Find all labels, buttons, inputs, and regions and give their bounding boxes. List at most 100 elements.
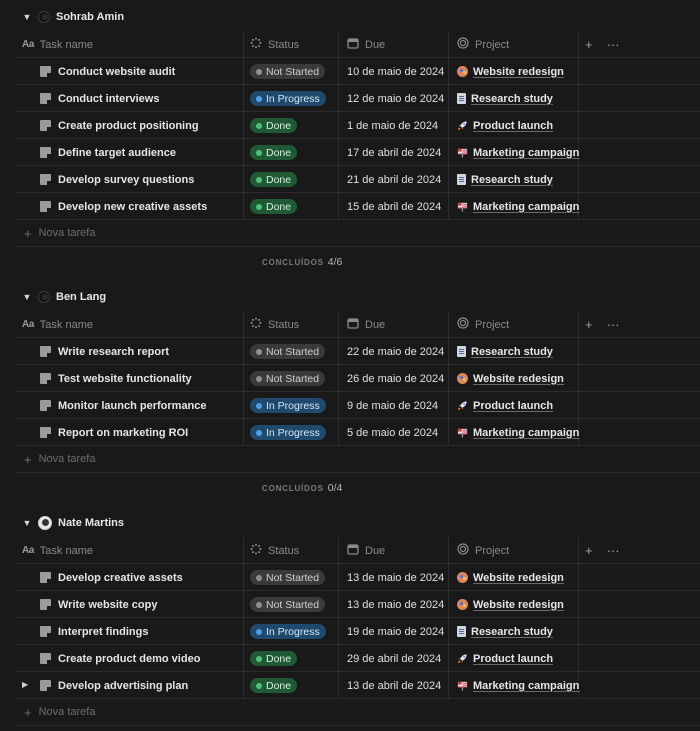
project-link[interactable]: Website redesign (457, 66, 564, 78)
project-cell[interactable]: Marketing campaign (449, 672, 579, 699)
status-badge[interactable]: Done (250, 145, 298, 160)
add-property-button[interactable]: + (585, 37, 593, 52)
column-project[interactable]: Project (449, 31, 579, 58)
project-cell[interactable]: Research study (449, 618, 579, 645)
due-cell[interactable]: 9 de maio de 2024 (339, 392, 449, 419)
due-cell[interactable]: 26 de maio de 2024 (339, 365, 449, 392)
task-name-cell[interactable]: Conduct website audit (16, 58, 244, 85)
project-cell[interactable]: Marketing campaign (449, 193, 579, 220)
task-name-cell[interactable]: Monitor launch performance (16, 392, 244, 419)
task-title[interactable]: Develop creative assets (40, 572, 183, 584)
due-cell[interactable]: 22 de maio de 2024 (339, 338, 449, 365)
more-options-button[interactable]: ··· (607, 37, 620, 52)
task-name-cell[interactable]: Test website functionality (16, 365, 244, 392)
task-name-cell[interactable]: Create product demo video (16, 645, 244, 672)
task-title[interactable]: Monitor launch performance (40, 400, 207, 412)
status-badge[interactable]: In Progress (250, 425, 326, 440)
project-cell[interactable]: Product launch (449, 112, 579, 139)
project-link[interactable]: Marketing campaign (457, 147, 579, 159)
task-title[interactable]: Develop advertising plan (40, 680, 188, 692)
project-link[interactable]: Website redesign (457, 572, 564, 584)
table-row[interactable]: Write research report Not Started 22 de ma… (16, 338, 700, 365)
project-cell[interactable]: Marketing campaign (449, 139, 579, 166)
column-due[interactable]: Due (339, 537, 449, 564)
project-link[interactable]: Research study (457, 93, 553, 105)
column-due[interactable]: Due (339, 31, 449, 58)
table-row[interactable]: ▶ Develop advertising plan Done 13 de abril… (16, 672, 700, 699)
new-task-button[interactable]: + Nova tarefa (16, 699, 700, 726)
project-link[interactable]: Research study (457, 174, 553, 186)
table-row[interactable]: Report on marketing ROI In Progress 5 de m… (16, 419, 700, 446)
task-title[interactable]: Write website copy (40, 599, 157, 611)
column-project[interactable]: Project (449, 311, 579, 338)
collapse-toggle-icon[interactable]: ▼ (22, 12, 32, 22)
project-link[interactable]: Website redesign (457, 373, 564, 385)
status-cell[interactable]: Done (244, 193, 339, 220)
due-cell[interactable]: 13 de abril de 2024 (339, 672, 449, 699)
status-cell[interactable]: Done (244, 139, 339, 166)
status-cell[interactable]: Done (244, 645, 339, 672)
project-link[interactable]: Marketing campaign (457, 201, 579, 213)
project-cell[interactable]: Marketing campaign (449, 419, 579, 446)
project-link[interactable]: Marketing campaign (457, 680, 579, 692)
due-cell[interactable]: 15 de abril de 2024 (339, 193, 449, 220)
due-cell[interactable]: 17 de abril de 2024 (339, 139, 449, 166)
task-title[interactable]: Define target audience (40, 147, 176, 159)
project-link[interactable]: Research study (457, 346, 553, 358)
table-row[interactable]: Define target audience Done 17 de abril de… (16, 139, 700, 166)
task-title[interactable]: Create product demo video (40, 653, 200, 665)
column-task-name[interactable]: Aa Task name (16, 311, 244, 338)
status-cell[interactable]: Done (244, 672, 339, 699)
column-task-name[interactable]: Aa Task name (16, 537, 244, 564)
project-link[interactable]: Website redesign (457, 599, 564, 611)
status-badge[interactable]: In Progress (250, 91, 326, 106)
table-row[interactable]: Monitor launch performance In Progress 9 d… (16, 392, 700, 419)
task-name-cell[interactable]: Develop survey questions (16, 166, 244, 193)
more-options-button[interactable]: ··· (607, 317, 620, 332)
project-cell[interactable]: Research study (449, 338, 579, 365)
due-cell[interactable]: 19 de maio de 2024 (339, 618, 449, 645)
table-row[interactable]: Conduct website audit Not Started 10 de ma… (16, 58, 700, 85)
column-status[interactable]: Status (244, 31, 339, 58)
due-cell[interactable]: 13 de maio de 2024 (339, 591, 449, 618)
status-badge[interactable]: Not Started (250, 570, 326, 585)
task-name-cell[interactable]: Conduct interviews (16, 85, 244, 112)
project-link[interactable]: Marketing campaign (457, 427, 579, 439)
status-badge[interactable]: Done (250, 118, 298, 133)
status-badge[interactable]: Not Started (250, 597, 326, 612)
more-options-button[interactable]: ··· (607, 543, 620, 558)
status-badge[interactable]: Done (250, 199, 298, 214)
project-cell[interactable]: Research study (449, 85, 579, 112)
collapse-toggle-icon[interactable]: ▼ (22, 518, 32, 528)
group-header[interactable]: ▼ Sohrab Amin (22, 8, 124, 26)
task-title[interactable]: Develop survey questions (40, 174, 194, 186)
group-header[interactable]: ▼ Ben Lang (22, 288, 106, 306)
project-cell[interactable]: Website redesign (449, 564, 579, 591)
project-cell[interactable]: Website redesign (449, 591, 579, 618)
project-cell[interactable]: Product launch (449, 645, 579, 672)
project-cell[interactable]: Website redesign (449, 58, 579, 85)
project-link[interactable]: Product launch (457, 400, 553, 412)
project-cell[interactable]: Research study (449, 166, 579, 193)
table-row[interactable]: Create product demo video Done 29 de abril… (16, 645, 700, 672)
project-cell[interactable]: Product launch (449, 392, 579, 419)
status-badge[interactable]: Done (250, 678, 298, 693)
status-cell[interactable]: In Progress (244, 392, 339, 419)
add-property-button[interactable]: + (585, 317, 593, 332)
task-name-cell[interactable]: Define target audience (16, 139, 244, 166)
task-name-cell[interactable]: Write website copy (16, 591, 244, 618)
due-cell[interactable]: 5 de maio de 2024 (339, 419, 449, 446)
due-cell[interactable]: 21 de abril de 2024 (339, 166, 449, 193)
status-badge[interactable]: In Progress (250, 624, 326, 639)
status-cell[interactable]: In Progress (244, 618, 339, 645)
task-title[interactable]: Interpret findings (40, 626, 148, 638)
status-cell[interactable]: Not Started (244, 58, 339, 85)
task-name-cell[interactable]: Report on marketing ROI (16, 419, 244, 446)
status-cell[interactable]: Not Started (244, 338, 339, 365)
task-name-cell[interactable]: Write research report (16, 338, 244, 365)
task-title[interactable]: Write research report (40, 346, 169, 358)
status-cell[interactable]: Done (244, 112, 339, 139)
table-row[interactable]: Write website copy Not Started 13 de maio … (16, 591, 700, 618)
table-row[interactable]: Conduct interviews In Progress 12 de maio … (16, 85, 700, 112)
status-badge[interactable]: Not Started (250, 371, 326, 386)
